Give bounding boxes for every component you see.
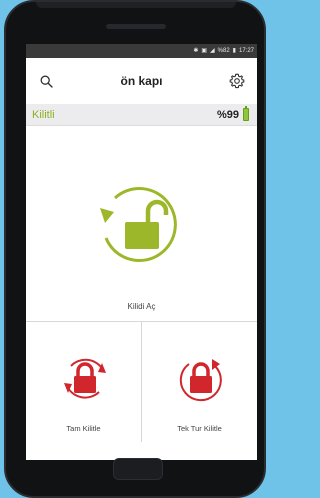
unlock-label: Kilidi Aç [127, 302, 156, 311]
battery-icon [243, 106, 249, 121]
full-lock-button[interactable]: Tam Kilitle [26, 322, 142, 442]
lock-state-text: Kilitli [32, 108, 55, 121]
unlock-icon [100, 187, 177, 262]
status-bar: ✱ ▣ ◢ %82 ▮ 17:27 [26, 44, 257, 58]
lock-battery-text: %99 [216, 108, 239, 121]
full-lock-label: Tam Kilitle [66, 424, 101, 433]
status-battery-text: %82 [217, 48, 230, 54]
phone-top-edge [36, 2, 236, 8]
status-time: 17:27 [238, 48, 254, 54]
bluetooth-icon: ✱ [193, 48, 199, 54]
gear-icon[interactable] [227, 71, 247, 91]
single-lock-button[interactable]: Tek Tur Kilitle [142, 322, 257, 442]
app-header: ön kapı [26, 58, 257, 104]
single-lock-label: Tek Tur Kilitle [177, 424, 222, 433]
phone-frame: ✱ ▣ ◢ %82 ▮ 17:27 ön kapı Kilitli %99 Ki… [4, 0, 266, 498]
status-battery-icon: ▮ [232, 48, 236, 54]
full-lock-icon [64, 358, 106, 399]
lock-status-bar: Kilitli %99 [26, 104, 257, 126]
app-screen: ✱ ▣ ◢ %82 ▮ 17:27 ön kapı Kilitli %99 Ki… [26, 44, 257, 460]
single-lock-icon [179, 359, 222, 402]
search-icon[interactable] [36, 71, 56, 91]
phone-speaker [106, 24, 166, 29]
signal-icon: ◢ [210, 48, 215, 54]
home-button[interactable] [113, 458, 163, 480]
page-title: ön kapı [120, 74, 163, 88]
unlock-button[interactable]: Kilidi Aç [26, 126, 257, 322]
vibrate-icon: ▣ [201, 48, 208, 54]
lock-actions-row: Tam Kilitle Tek Tur Kilitle [26, 322, 257, 442]
lock-battery: %99 [216, 106, 249, 121]
